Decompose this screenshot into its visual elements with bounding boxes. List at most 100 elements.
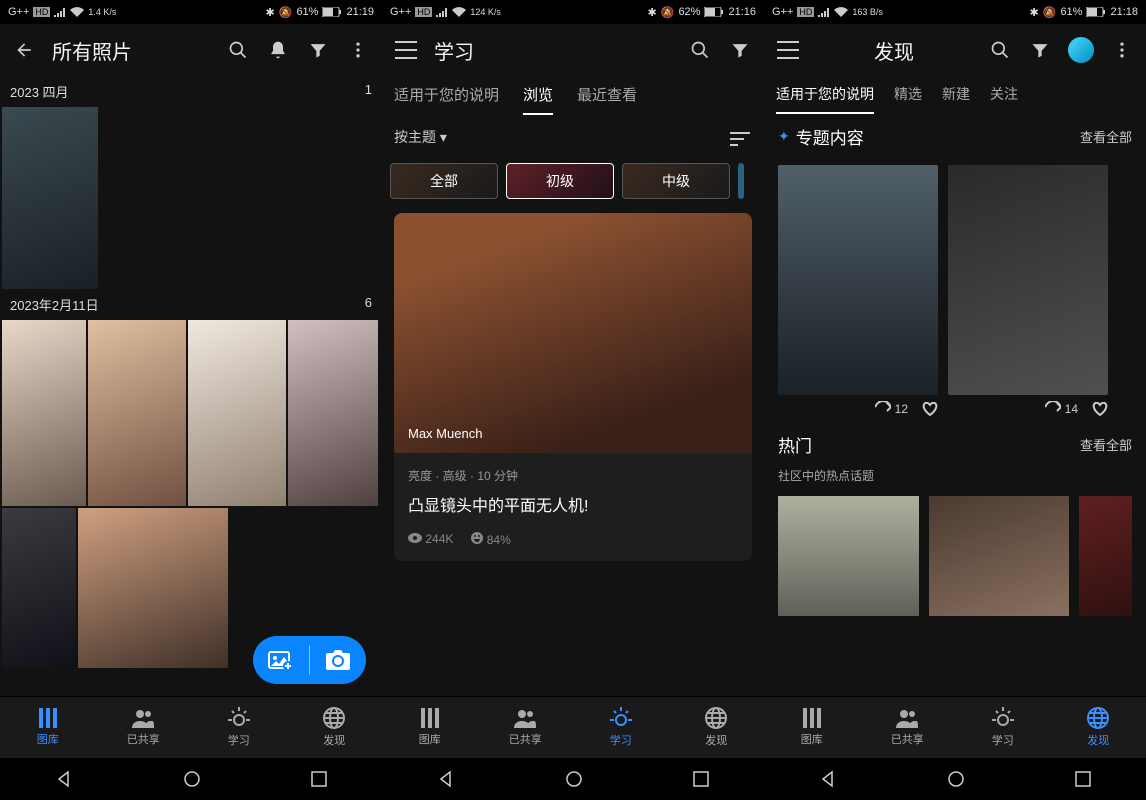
nav-shared[interactable]: 已共享 (860, 697, 956, 758)
remix-stat[interactable]: 14 (1045, 401, 1078, 416)
nav-label: 图库 (801, 731, 823, 747)
photo-thumbnail[interactable] (288, 320, 378, 506)
status-hd-icon: HD (415, 7, 432, 17)
photo-thumbnail[interactable] (78, 508, 228, 668)
chip-beginner[interactable]: 初级 (506, 163, 614, 199)
sys-home-icon[interactable] (565, 770, 583, 788)
photo-thumbnail[interactable] (88, 320, 186, 506)
section-hot-title: 热门 (778, 432, 812, 457)
group-label: 2023 四月 (10, 82, 69, 101)
fab-add[interactable] (253, 636, 366, 684)
photo-thumbnail[interactable] (2, 320, 86, 506)
nav-label: 已共享 (509, 731, 542, 747)
chip-all[interactable]: 全部 (390, 163, 498, 199)
signal-icon (818, 7, 830, 17)
filter-icon[interactable] (306, 38, 330, 62)
search-icon[interactable] (226, 38, 250, 62)
filter-dropdown[interactable]: 按主题 ▾ (394, 127, 447, 151)
bluetooth-icon: ✱ (648, 6, 657, 19)
camera-icon[interactable] (318, 650, 358, 670)
course-card[interactable]: Max Muench 亮度 · 高级 · 10 分钟 凸显镜头中的平面无人机! … (394, 213, 752, 561)
nav-learn[interactable]: 学习 (955, 697, 1051, 758)
screen-gallery: G++ HD 1.4 K/s ✱ 🔕 61% 21:19 所有照片 (0, 0, 382, 800)
add-photo-icon[interactable] (261, 649, 301, 671)
nav-label: 发现 (705, 732, 727, 748)
nav-discover[interactable]: 发现 (669, 697, 765, 758)
sys-back-icon[interactable] (55, 770, 73, 788)
tab-featured[interactable]: 精选 (894, 84, 922, 114)
chip-more[interactable] (738, 163, 744, 199)
screen-discover: G++ HD 163 B/s ✱ 🔕 61% 21:18 发现 (764, 0, 1146, 800)
avatar[interactable] (1068, 37, 1094, 63)
tab-follow[interactable]: 关注 (990, 84, 1018, 114)
tab-for-you[interactable]: 适用于您的说明 (394, 84, 499, 115)
system-nav (0, 758, 382, 800)
sys-recent-icon[interactable] (693, 771, 709, 787)
tab-browse[interactable]: 浏览 (523, 84, 553, 115)
verified-icon: ✦ (778, 128, 790, 145)
wifi-icon (834, 7, 848, 17)
remix-stat[interactable]: 12 (875, 401, 908, 416)
nav-label: 已共享 (127, 731, 160, 747)
course-image: Max Muench (394, 213, 752, 453)
view-all-link[interactable]: 查看全部 (1080, 435, 1132, 454)
chip-intermediate[interactable]: 中级 (622, 163, 730, 199)
heart-icon[interactable] (1092, 402, 1108, 416)
group-header: 2023 四月 1 (0, 76, 382, 107)
nav-discover[interactable]: 发现 (1051, 697, 1146, 758)
sys-home-icon[interactable] (947, 770, 965, 788)
group-header: 2023年2月11日 6 (0, 289, 382, 320)
sys-back-icon[interactable] (819, 770, 837, 788)
tab-new[interactable]: 新建 (942, 84, 970, 114)
more-icon[interactable] (1110, 38, 1134, 62)
nav-discover[interactable]: 发现 (287, 697, 383, 758)
nav-gallery[interactable]: 图库 (764, 697, 860, 758)
sys-back-icon[interactable] (437, 770, 455, 788)
status-carrier: G++ (772, 6, 793, 18)
battery-level: 62% (678, 6, 700, 18)
bottom-nav: 图库 已共享 学习 发现 (382, 696, 764, 758)
sys-recent-icon[interactable] (311, 771, 327, 787)
views-stat: 244K (408, 532, 453, 547)
tab-bar: 适用于您的说明 浏览 最近查看 (382, 76, 764, 115)
heart-icon[interactable] (922, 402, 938, 416)
filter-icon[interactable] (728, 38, 752, 62)
battery-icon (322, 7, 342, 17)
tab-for-you[interactable]: 适用于您的说明 (776, 84, 874, 114)
battery-icon (704, 7, 724, 17)
more-icon[interactable] (346, 38, 370, 62)
sort-icon[interactable] (728, 127, 752, 151)
page-title: 所有照片 (52, 36, 210, 65)
sys-recent-icon[interactable] (1075, 771, 1091, 787)
group-count: 6 (365, 295, 372, 314)
nav-shared[interactable]: 已共享 (478, 697, 574, 758)
sys-home-icon[interactable] (183, 770, 201, 788)
nav-shared[interactable]: 已共享 (96, 697, 192, 758)
battery-icon (1086, 7, 1106, 17)
photo-thumbnail[interactable] (2, 508, 76, 668)
nav-learn[interactable]: 学习 (191, 697, 287, 758)
nav-gallery[interactable]: 图库 (382, 697, 478, 758)
wifi-icon (70, 7, 84, 17)
hot-card[interactable] (1079, 496, 1132, 616)
search-icon[interactable] (988, 38, 1012, 62)
nav-learn[interactable]: 学习 (573, 697, 669, 758)
net-speed: 124 K/s (470, 7, 501, 17)
filter-icon[interactable] (1028, 38, 1052, 62)
menu-icon[interactable] (776, 38, 800, 62)
photo-thumbnail[interactable] (188, 320, 286, 506)
view-all-link[interactable]: 查看全部 (1080, 127, 1132, 146)
back-icon[interactable] (12, 38, 36, 62)
menu-icon[interactable] (394, 38, 418, 62)
tab-recent[interactable]: 最近查看 (577, 84, 637, 115)
featured-card[interactable]: 12 (778, 165, 938, 416)
status-hd-icon: HD (797, 7, 814, 17)
photo-thumbnail[interactable] (2, 107, 98, 289)
hot-card[interactable] (778, 496, 919, 616)
search-icon[interactable] (688, 38, 712, 62)
featured-card[interactable]: 14 (948, 165, 1108, 416)
bell-icon[interactable] (266, 38, 290, 62)
nav-gallery[interactable]: 图库 (0, 697, 96, 758)
nav-label: 发现 (1087, 732, 1109, 748)
hot-card[interactable] (929, 496, 1070, 616)
